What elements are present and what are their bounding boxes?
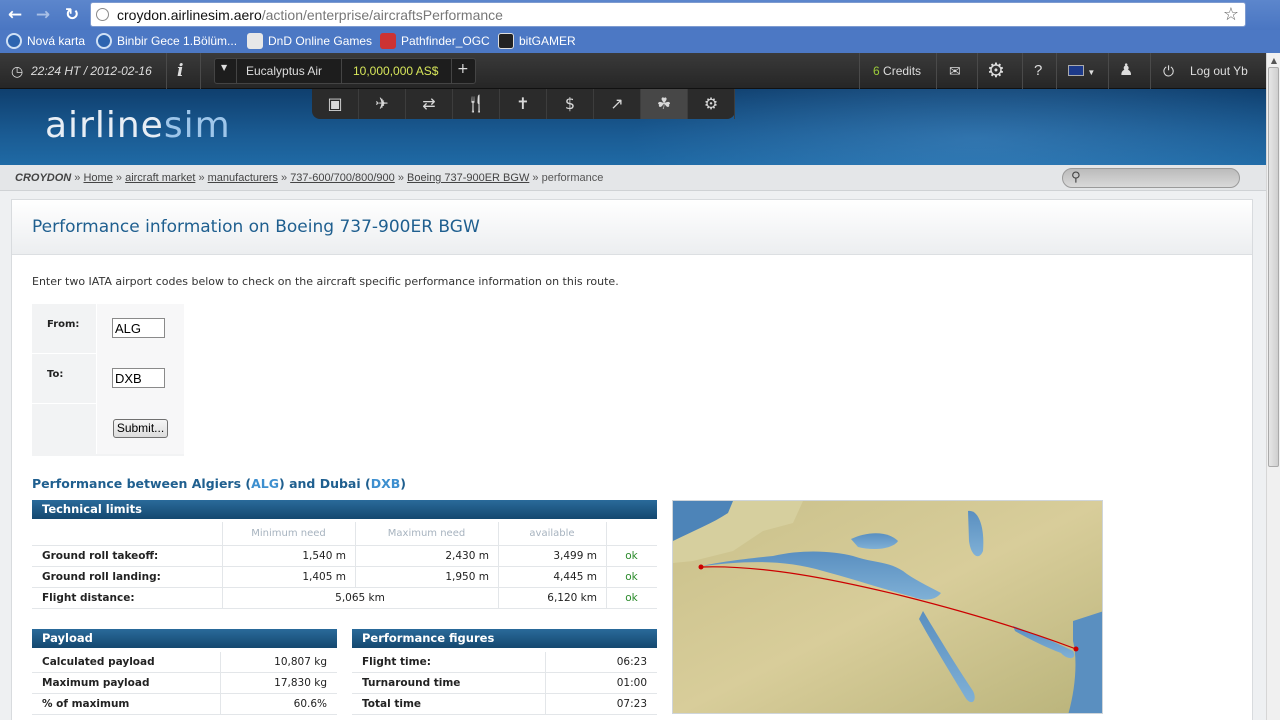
table-row: Flight distance: 5,065 km 6,120 km ok: [32, 588, 657, 609]
search-icon: ⚲: [1071, 170, 1081, 185]
table-row: Turnaround time 01:00: [352, 673, 657, 694]
performance-heading: Performance between Algiers (ALG) and Du…: [32, 476, 406, 491]
to-label: To:: [47, 369, 64, 380]
app-status-bar: ◷ 22:24 HT / 2012-02-16 i ▼ Eucalyptus A…: [0, 53, 1266, 89]
browser-toolbar: ← → ↻ croydon.airlinesim.aero/action/ent…: [0, 0, 1280, 30]
url-host: croydon.airlinesim.aero: [117, 7, 262, 23]
cutlery-icon[interactable]: 🍴: [453, 89, 500, 119]
credits-display[interactable]: 6 Credits: [873, 53, 921, 89]
users-icon[interactable]: ♟: [1119, 53, 1133, 89]
from-airport-input[interactable]: [112, 318, 165, 338]
origin-airport-marker: [698, 564, 704, 570]
from-label: From:: [47, 319, 80, 330]
airline-selector[interactable]: ▼ Eucalyptus Air 10,000,000 AS$ +: [214, 58, 476, 84]
buildings-icon[interactable]: ▣: [312, 89, 359, 119]
breadcrumb-aircraft-market[interactable]: aircraft market: [125, 172, 195, 184]
content-panel: Performance information on Boeing 737-90…: [11, 199, 1253, 720]
uk-flag-icon: [1068, 65, 1084, 76]
forward-arrow-icon[interactable]: →: [32, 4, 54, 26]
bookmarks-bar: Nová karta Binbir Gece 1.Bölüm... DnD On…: [0, 30, 1280, 53]
site-favicon-icon: [380, 33, 396, 49]
airlinesim-logo[interactable]: airlinesim: [45, 105, 231, 146]
bookmark-star-icon[interactable]: ☆: [1223, 4, 1239, 25]
table-row: Ground roll takeoff: 1,540 m 2,430 m 3,4…: [32, 546, 657, 567]
status-badge: ok: [625, 592, 638, 604]
route-form: From: To: Submit...: [32, 304, 184, 456]
breadcrumb-current: performance: [541, 172, 604, 184]
site-banner: airlinesim ▣ ✈ ⇄ 🍴 ✝ $ ↗ ☘ ⚙: [0, 89, 1266, 165]
globe-icon: [96, 33, 112, 49]
breadcrumb-family[interactable]: 737-600/700/800/900: [290, 172, 395, 184]
site-favicon-icon: [247, 33, 263, 49]
breadcrumb-home[interactable]: Home: [83, 172, 112, 184]
mail-icon[interactable]: ✉: [949, 53, 961, 89]
route-map: [672, 500, 1103, 714]
search-input[interactable]: ⚲: [1062, 168, 1240, 188]
balance-value: 10,000,000 AS$: [353, 64, 439, 78]
scroll-thumb[interactable]: [1268, 67, 1279, 467]
page-scrollbar[interactable]: ▲: [1266, 53, 1280, 720]
col-minimum-need: Minimum need: [251, 528, 326, 539]
table-row: Total time 07:23: [352, 694, 657, 715]
table-row: Calculated payload 10,807 kg: [32, 652, 337, 673]
site-favicon-icon: [498, 33, 514, 49]
chevron-down-icon[interactable]: ▼: [221, 63, 227, 72]
table-row: Ground roll landing: 1,405 m 1,950 m 4,4…: [32, 567, 657, 588]
status-badge: ok: [625, 550, 638, 562]
bookmark-item[interactable]: Binbir Gece 1.Bölüm...: [96, 33, 237, 49]
bookmark-item[interactable]: bitGAMER: [498, 33, 576, 49]
airline-name: Eucalyptus Air: [246, 64, 323, 78]
performance-figures-header: Performance figures: [352, 629, 657, 648]
help-icon[interactable]: ?: [1034, 53, 1042, 89]
col-available: available: [529, 528, 575, 539]
bookmark-item[interactable]: Pathfinder_OGC: [380, 33, 490, 49]
destination-airport-marker: [1073, 646, 1079, 652]
info-gear-icon[interactable]: ⚙: [688, 89, 735, 119]
col-maximum-need: Maximum need: [387, 528, 466, 539]
status-badge: ok: [625, 571, 638, 583]
game-time: 22:24 HT / 2012-02-16: [31, 64, 152, 78]
main-navigation: ▣ ✈ ⇄ 🍴 ✝ $ ↗ ☘ ⚙: [312, 89, 735, 119]
page-globe-icon: [96, 8, 109, 21]
routes-icon[interactable]: ⇄: [406, 89, 453, 119]
scroll-up-arrow-icon[interactable]: ▲: [1269, 56, 1279, 66]
breadcrumb-manufacturers[interactable]: manufacturers: [208, 172, 278, 184]
breadcrumb-model[interactable]: Boeing 737-900ER BGW: [407, 172, 529, 184]
submit-button[interactable]: Submit...: [113, 419, 168, 438]
handshake-icon[interactable]: ☘: [641, 89, 688, 119]
bookmark-item[interactable]: Nová karta: [6, 33, 85, 49]
from-code-link[interactable]: ALG: [251, 476, 279, 491]
to-airport-input[interactable]: [112, 368, 165, 388]
clock-icon: ◷: [11, 63, 24, 79]
url-path: /action/enterprise/aircraftsPerformance: [261, 7, 503, 23]
intro-text: Enter two IATA airport codes below to ch…: [32, 275, 619, 288]
address-bar[interactable]: croydon.airlinesim.aero/action/enterpris…: [90, 2, 1246, 27]
table-row: Flight time: 06:23: [352, 652, 657, 673]
technical-limits-header: Technical limits: [32, 500, 657, 519]
reload-icon[interactable]: ↻: [61, 4, 83, 26]
chart-icon[interactable]: ↗: [594, 89, 641, 119]
chevron-down-icon: ▼: [1087, 68, 1096, 77]
globe-icon: [6, 33, 22, 49]
power-icon[interactable]: ⏻: [1163, 53, 1174, 89]
info-icon[interactable]: i: [177, 53, 183, 89]
to-code-link[interactable]: DXB: [371, 476, 401, 491]
dollar-icon[interactable]: $: [547, 89, 594, 119]
logout-link[interactable]: Log out Yb: [1190, 53, 1248, 89]
language-selector[interactable]: ▼: [1068, 53, 1095, 89]
payload-header: Payload: [32, 629, 337, 648]
gear-icon[interactable]: ⚙: [987, 53, 1005, 89]
table-row: % of maximum 60.6%: [32, 694, 337, 715]
bookmark-item[interactable]: DnD Online Games: [247, 33, 372, 49]
add-funds-button[interactable]: +: [457, 61, 469, 77]
breadcrumb-root: CROYDON: [15, 172, 72, 184]
page-title: Performance information on Boeing 737-90…: [32, 217, 480, 237]
tower-icon[interactable]: ✝: [500, 89, 547, 119]
back-arrow-icon[interactable]: ←: [4, 4, 26, 26]
airplane-icon[interactable]: ✈: [359, 89, 406, 119]
breadcrumb: CROYDON » Home » aircraft market » manuf…: [0, 165, 1266, 191]
table-row: Maximum payload 17,830 kg: [32, 673, 337, 694]
